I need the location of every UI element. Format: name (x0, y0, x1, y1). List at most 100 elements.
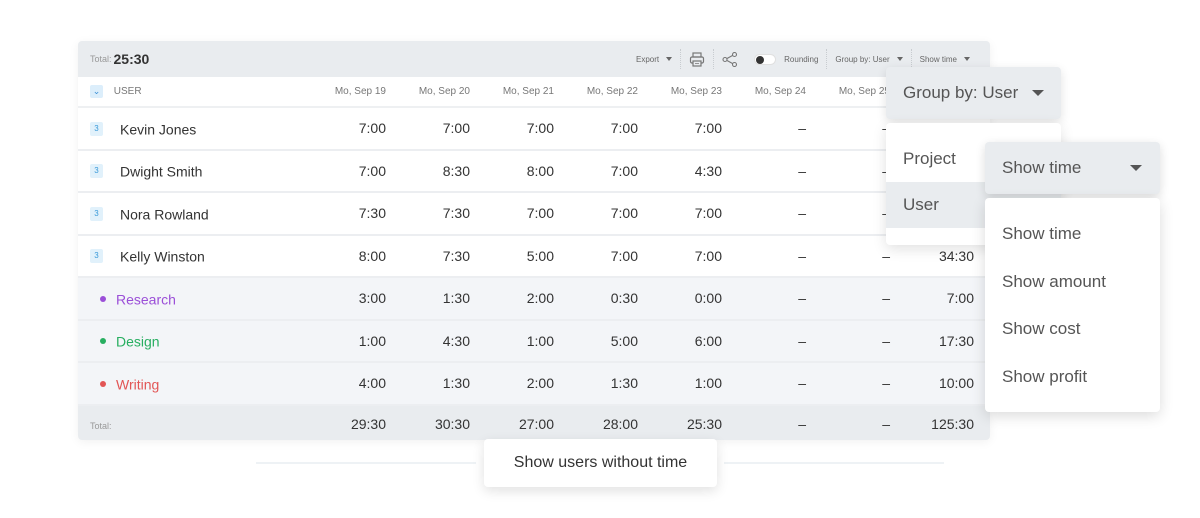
time-cell: 0:30 (570, 277, 654, 320)
total-cell: 25:30 (654, 404, 738, 440)
group-by-toolbar-select[interactable]: Group by: User (826, 49, 910, 69)
toggle-switch[interactable] (754, 53, 777, 65)
time-cell: 8:00 (486, 149, 570, 192)
show-menu: Show time Show amount Show cost Show pro… (985, 198, 1160, 412)
time-cell: 7:00 (570, 192, 654, 235)
column-header: Mo, Sep 24 (738, 77, 822, 108)
time-cell: 7:00 (318, 107, 402, 150)
time-cell: 5:00 (570, 319, 654, 362)
project-color-dot (100, 338, 106, 345)
time-cell: 1:00 (318, 319, 402, 362)
time-cell: 7:00 (570, 149, 654, 192)
user-count-badge: 3 (90, 206, 103, 221)
column-header: Mo, Sep 19 (318, 77, 402, 108)
total-cell: – (822, 404, 906, 440)
time-cell: – (738, 319, 822, 362)
time-cell: – (738, 107, 822, 150)
column-header: Mo, Sep 20 (402, 77, 486, 108)
column-header: Mo, Sep 22 (570, 77, 654, 108)
time-cell: 7:00 (654, 107, 738, 150)
group-by-dropdown-button[interactable]: Group by: User (886, 67, 1061, 119)
chevron-down-icon (1032, 90, 1045, 96)
time-cell: 1:30 (402, 277, 486, 320)
user-name: Nora Rowland (120, 205, 209, 222)
project-color-dot (100, 295, 106, 302)
time-cell: 7:00 (486, 192, 570, 235)
project-name: Design (116, 333, 160, 350)
show-option-cost[interactable]: Show cost (985, 305, 1160, 353)
project-color-dot (100, 380, 106, 387)
time-cell: 1:00 (486, 319, 570, 362)
user-count-badge: 3 (90, 164, 103, 179)
time-cell: 4:00 (318, 362, 402, 405)
time-cell: 7:00 (570, 234, 654, 277)
time-cell: 4:30 (402, 319, 486, 362)
user-name: Kevin Jones (120, 120, 197, 137)
share-icon (722, 51, 738, 67)
time-cell: 7:00 (654, 192, 738, 235)
printer-icon (689, 51, 705, 67)
project-row[interactable]: Writing 4:00 1:30 2:00 1:30 1:00 – – 10:… (78, 362, 990, 405)
chevron-down-icon (964, 57, 970, 61)
user-row[interactable]: 3 Dwight Smith 7:00 8:30 8:00 7:00 4:30 –… (78, 149, 990, 192)
time-cell: – (738, 192, 822, 235)
total-label: Total: (90, 54, 112, 64)
time-cell: – (822, 277, 906, 320)
report-toolbar: Total: 25:30 Export Rounding Group by: U… (78, 41, 990, 77)
user-row[interactable]: 3 Nora Rowland 7:30 7:30 7:00 7:00 7:00 –… (78, 192, 990, 235)
show-toolbar-select[interactable]: Show time (910, 49, 978, 69)
time-cell: 0:00 (654, 277, 738, 320)
project-row[interactable]: Research 3:00 1:30 2:00 0:30 0:00 – – 7:… (78, 277, 990, 320)
rounding-label: Rounding (784, 54, 819, 64)
report-card: Total: 25:30 Export Rounding Group by: U… (78, 41, 990, 440)
time-cell: 2:00 (486, 277, 570, 320)
total-cell: 29:30 (318, 404, 402, 440)
project-name: Writing (116, 375, 160, 392)
total-cell: 28:00 (570, 404, 654, 440)
user-row[interactable]: 3 Kelly Winston 8:00 7:30 5:00 7:00 7:00 … (78, 234, 990, 277)
user-row[interactable]: 3 Kevin Jones 7:00 7:00 7:00 7:00 7:00 – … (78, 107, 990, 150)
show-users-without-time-button[interactable]: Show users without time (484, 439, 717, 487)
time-cell: 1:30 (570, 362, 654, 405)
time-cell: 7:00 (654, 234, 738, 277)
time-cell: 8:00 (318, 234, 402, 277)
time-cell: 7:30 (402, 192, 486, 235)
time-cell: – (738, 277, 822, 320)
time-cell: 3:00 (318, 277, 402, 320)
divider (256, 462, 476, 464)
user-name: Dwight Smith (120, 163, 203, 180)
chevron-down-icon (1130, 165, 1142, 171)
time-cell: 6:00 (654, 319, 738, 362)
show-option-amount[interactable]: Show amount (985, 258, 1160, 306)
column-header: Mo, Sep 23 (654, 77, 738, 108)
time-cell: 7:30 (318, 192, 402, 235)
time-cell: 7:30 (402, 234, 486, 277)
total-value: 25:30 (113, 51, 150, 67)
total-cell: 27:00 (486, 404, 570, 440)
time-cell: – (822, 319, 906, 362)
show-option-time[interactable]: Show time (985, 210, 1160, 258)
time-cell: 7:00 (402, 107, 486, 150)
show-dropdown-button[interactable]: Show time (985, 142, 1160, 194)
show-label: Show time (1002, 158, 1082, 177)
show-option-profit[interactable]: Show profit (985, 353, 1160, 401)
print-button[interactable] (680, 49, 713, 69)
rounding-toggle[interactable]: Rounding (746, 49, 826, 69)
time-cell: – (738, 234, 822, 277)
share-button[interactable] (713, 49, 746, 69)
time-cell: 2:00 (486, 362, 570, 405)
user-column-label: USER (113, 86, 142, 98)
user-column-header[interactable]: ⌄ USER (78, 77, 318, 108)
export-button[interactable]: Export (628, 49, 680, 69)
time-cell: 5:00 (486, 234, 570, 277)
time-cell: – (822, 362, 906, 405)
time-cell: 1:00 (654, 362, 738, 405)
project-row[interactable]: Design 1:00 4:30 1:00 5:00 6:00 – – 17:3… (78, 319, 990, 362)
group-by-toolbar-label: Group by: User (835, 54, 890, 64)
grand-total-cell: 125:30 (906, 404, 990, 440)
time-cell: 8:30 (402, 149, 486, 192)
collapse-chevron-icon[interactable]: ⌄ (90, 85, 103, 98)
time-cell: 7:00 (486, 107, 570, 150)
total-row-label: Total: (90, 420, 112, 431)
total-cell: 7:00 (906, 277, 990, 320)
